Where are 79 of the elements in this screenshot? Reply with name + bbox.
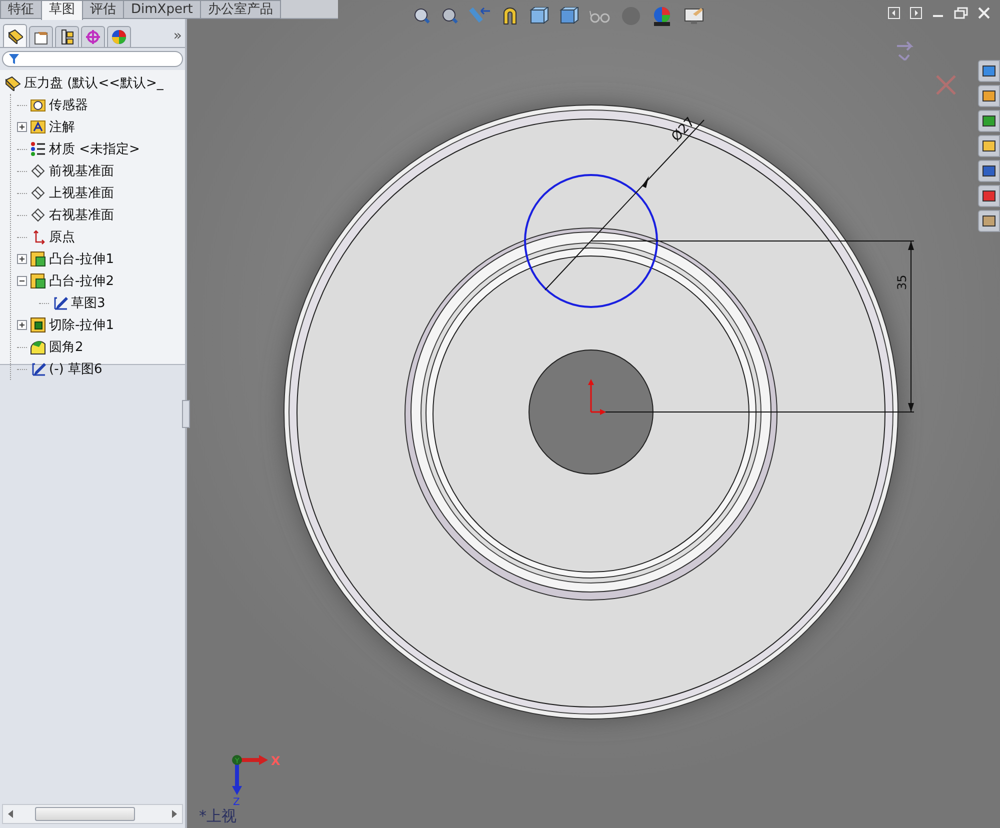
zoom-fit-icon[interactable] <box>413 7 431 25</box>
sketch-icon <box>30 361 46 377</box>
command-tab[interactable]: DimXpert <box>123 0 201 19</box>
tree-item[interactable]: 传感器 <box>49 96 88 114</box>
sketch-circle[interactable] <box>524 174 658 308</box>
plane-icon <box>30 163 46 179</box>
monitor-icon[interactable] <box>683 6 705 26</box>
expand-toggle[interactable] <box>17 320 27 330</box>
task-pane-icon <box>982 164 996 178</box>
panel-tab[interactable] <box>55 26 79 47</box>
plane-icon <box>30 185 46 201</box>
tree-item[interactable]: 凸台-拉伸1 <box>49 250 114 268</box>
task-pane-button[interactable] <box>978 185 1000 207</box>
task-pane-icon <box>982 214 996 228</box>
display-icon <box>111 29 127 45</box>
sketch-icon <box>52 295 68 311</box>
more-tabs-button[interactable]: » <box>173 28 182 47</box>
tree-item[interactable]: 右视基准面 <box>49 206 114 224</box>
tree-item[interactable]: 前视基准面 <box>49 162 114 180</box>
restore-icon[interactable] <box>954 7 968 19</box>
tree-item[interactable]: 原点 <box>49 228 75 246</box>
fillet-icon <box>30 339 46 355</box>
extrude-cut-icon <box>30 317 46 333</box>
origin-icon <box>588 379 606 415</box>
task-pane-icon <box>982 114 996 128</box>
task-pane-icon <box>982 139 996 153</box>
annotation-icon <box>30 119 46 135</box>
tree-item[interactable]: (-) 草图6 <box>49 360 102 378</box>
task-pane-button[interactable] <box>978 85 1000 107</box>
crosshair-icon <box>85 29 101 45</box>
next-pane-icon[interactable] <box>910 7 922 19</box>
task-pane-button[interactable] <box>978 110 1000 132</box>
tree-root[interactable]: 压力盘 (默认<<默认>_ <box>24 74 164 92</box>
collapse-toggle[interactable] <box>17 276 27 286</box>
task-pane-icon <box>982 64 996 78</box>
tree-item[interactable]: 上视基准面 <box>49 184 114 202</box>
task-pane-button[interactable] <box>978 135 1000 157</box>
configuration-icon <box>59 29 75 45</box>
extrude-icon <box>30 273 46 289</box>
view-orientation-icon[interactable] <box>529 7 549 25</box>
part-icon <box>3 75 21 91</box>
expand-toggle[interactable] <box>17 254 27 264</box>
scroll-right-icon[interactable] <box>170 810 178 818</box>
property-icon <box>33 29 49 45</box>
task-pane-button[interactable] <box>978 210 1000 232</box>
linear-dimension-line[interactable] <box>590 240 914 412</box>
command-tab[interactable]: 办公室产品 <box>200 0 281 19</box>
tree-item[interactable]: 材质 <未指定> <box>49 140 140 158</box>
task-pane-button[interactable] <box>978 60 1000 82</box>
command-tab[interactable]: 特征 <box>0 0 42 19</box>
expand-toggle[interactable] <box>17 122 27 132</box>
view-name: *上视 <box>199 807 236 826</box>
horizontal-scrollbar[interactable] <box>2 804 183 824</box>
panel-tab[interactable] <box>3 24 27 47</box>
tree-item[interactable]: 凸台-拉伸2 <box>49 272 114 290</box>
command-tab[interactable]: 草图 <box>41 0 83 20</box>
section-view-icon[interactable] <box>501 7 519 25</box>
command-tab[interactable]: 评估 <box>82 0 124 19</box>
plane-icon <box>30 207 46 223</box>
task-pane-icon <box>982 89 996 103</box>
feature-tree-icon <box>7 28 23 44</box>
tree-item[interactable]: 注解 <box>49 118 75 136</box>
scroll-left-icon[interactable] <box>7 810 15 818</box>
task-pane-icon <box>982 189 996 203</box>
filter-field[interactable] <box>2 51 183 67</box>
task-pane-button[interactable] <box>978 160 1000 182</box>
zoom-area-icon[interactable] <box>441 7 459 25</box>
appearance-icon[interactable] <box>651 6 673 26</box>
sensor-icon <box>30 97 46 113</box>
tree-item[interactable]: 切除-拉伸1 <box>49 316 114 334</box>
previous-pane-icon[interactable] <box>888 7 900 19</box>
dimension-text[interactable]: 35 <box>895 274 909 290</box>
display-style-icon[interactable] <box>559 7 579 25</box>
tree-item[interactable]: 圆角2 <box>49 338 84 356</box>
filter-icon <box>9 54 19 64</box>
material-icon <box>30 141 46 157</box>
extrude-icon <box>30 251 46 267</box>
panel-tab[interactable] <box>29 26 53 47</box>
tree-item[interactable]: 草图3 <box>71 294 106 312</box>
